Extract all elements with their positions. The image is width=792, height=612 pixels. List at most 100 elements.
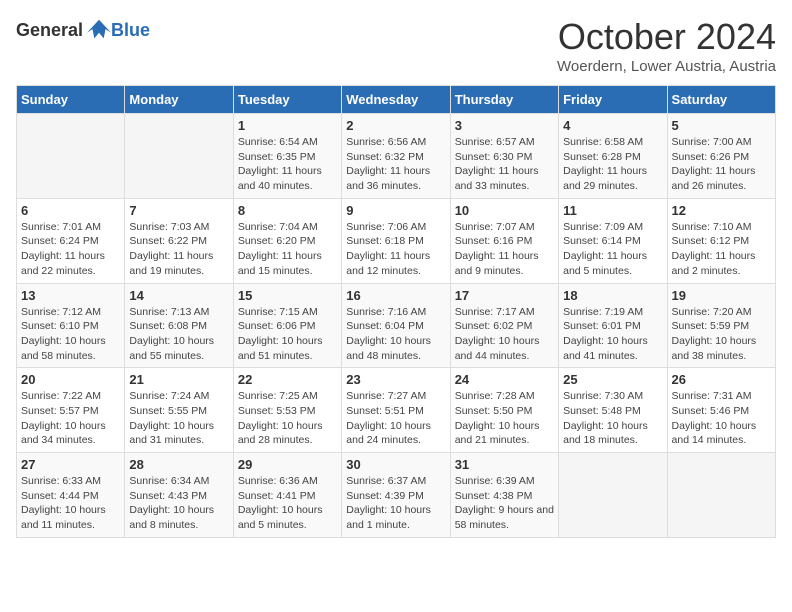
calendar-cell xyxy=(559,453,667,538)
calendar-cell: 16Sunrise: 7:16 AM Sunset: 6:04 PM Dayli… xyxy=(342,283,450,368)
day-info: Sunrise: 7:27 AM Sunset: 5:51 PM Dayligh… xyxy=(346,389,445,448)
calendar-cell: 30 Sunrise: 6:37 AM Sunset: 4:39 PM Dayli… xyxy=(342,453,450,538)
calendar-cell: 4 Sunrise: 6:58 AM Sunset: 6:28 PM Daylig… xyxy=(559,114,667,199)
day-number: 26 xyxy=(672,372,771,387)
day-number: 23 xyxy=(346,372,445,387)
day-info: Sunrise: 7:28 AM Sunset: 5:50 PM Dayligh… xyxy=(455,389,554,448)
calendar-cell: 21 Sunrise: 7:24 AM Sunset: 5:55 PM Dayli… xyxy=(125,368,233,453)
title-block: October 2024 Woerdern, Lower Austria, Au… xyxy=(557,16,776,75)
calendar-cell: 9 Sunrise: 7:06 AM Sunset: 6:18 PM Daylig… xyxy=(342,198,450,283)
day-header-tuesday: Tuesday xyxy=(233,86,341,114)
day-info: Sunrise: 6:36 AM Sunset: 4:41 PM Dayligh… xyxy=(238,474,337,533)
week-row-4: 20 Sunrise: 7:22 AM Sunset: 5:57 PM Dayli… xyxy=(17,368,776,453)
calendar-cell: 14Sunrise: 7:13 AM Sunset: 6:08 PM Dayli… xyxy=(125,283,233,368)
day-info: Sunrise: 7:12 AM Sunset: 6:10 PM Dayligh… xyxy=(21,305,120,364)
day-info: Sunrise: 6:54 AM Sunset: 6:35 PM Dayligh… xyxy=(238,135,337,194)
day-number: 29 xyxy=(238,457,337,472)
day-number: 10 xyxy=(455,203,554,218)
location-subtitle: Woerdern, Lower Austria, Austria xyxy=(557,58,776,75)
calendar-cell xyxy=(667,453,775,538)
day-info: Sunrise: 7:17 AM Sunset: 6:02 PM Dayligh… xyxy=(455,305,554,364)
calendar-cell: 15 Sunrise: 7:15 AM Sunset: 6:06 PM Dayli… xyxy=(233,283,341,368)
month-title: October 2024 xyxy=(557,16,776,58)
day-info: Sunrise: 7:19 AM Sunset: 6:01 PM Dayligh… xyxy=(563,305,662,364)
days-header-row: SundayMondayTuesdayWednesdayThursdayFrid… xyxy=(17,86,776,114)
calendar-cell: 20 Sunrise: 7:22 AM Sunset: 5:57 PM Dayli… xyxy=(17,368,125,453)
day-number: 15 xyxy=(238,288,337,303)
day-number: 12 xyxy=(672,203,771,218)
day-number: 4 xyxy=(563,118,662,133)
calendar-cell: 5 Sunrise: 7:00 AM Sunset: 6:26 PM Daylig… xyxy=(667,114,775,199)
calendar-cell: 1Sunrise: 6:54 AM Sunset: 6:35 PM Daylig… xyxy=(233,114,341,199)
week-row-1: 1Sunrise: 6:54 AM Sunset: 6:35 PM Daylig… xyxy=(17,114,776,199)
page-header: General Blue October 2024 Woerdern, Lowe… xyxy=(16,16,776,75)
day-number: 19 xyxy=(672,288,771,303)
calendar-cell: 24 Sunrise: 7:28 AM Sunset: 5:50 PM Dayli… xyxy=(450,368,558,453)
day-info: Sunrise: 6:56 AM Sunset: 6:32 PM Dayligh… xyxy=(346,135,445,194)
day-number: 27 xyxy=(21,457,120,472)
day-info: Sunrise: 6:37 AM Sunset: 4:39 PM Dayligh… xyxy=(346,474,445,533)
logo-blue-text: Blue xyxy=(111,20,150,40)
calendar-cell: 12 Sunrise: 7:10 AM Sunset: 6:12 PM Dayli… xyxy=(667,198,775,283)
day-number: 6 xyxy=(21,203,120,218)
day-info: Sunrise: 7:01 AM Sunset: 6:24 PM Dayligh… xyxy=(21,220,120,279)
calendar-cell: 31Sunrise: 6:39 AM Sunset: 4:38 PM Dayli… xyxy=(450,453,558,538)
day-info: Sunrise: 6:34 AM Sunset: 4:43 PM Dayligh… xyxy=(129,474,228,533)
week-row-5: 27Sunrise: 6:33 AM Sunset: 4:44 PM Dayli… xyxy=(17,453,776,538)
day-info: Sunrise: 7:16 AM Sunset: 6:04 PM Dayligh… xyxy=(346,305,445,364)
week-row-2: 6 Sunrise: 7:01 AM Sunset: 6:24 PM Daylig… xyxy=(17,198,776,283)
calendar-cell: 11Sunrise: 7:09 AM Sunset: 6:14 PM Dayli… xyxy=(559,198,667,283)
day-number: 21 xyxy=(129,372,228,387)
day-number: 3 xyxy=(455,118,554,133)
day-header-monday: Monday xyxy=(125,86,233,114)
day-info: Sunrise: 7:30 AM Sunset: 5:48 PM Dayligh… xyxy=(563,389,662,448)
logo-general-text: General xyxy=(16,20,83,41)
day-info: Sunrise: 6:57 AM Sunset: 6:30 PM Dayligh… xyxy=(455,135,554,194)
calendar-table: SundayMondayTuesdayWednesdayThursdayFrid… xyxy=(16,85,776,538)
day-info: Sunrise: 7:07 AM Sunset: 6:16 PM Dayligh… xyxy=(455,220,554,279)
day-info: Sunrise: 7:04 AM Sunset: 6:20 PM Dayligh… xyxy=(238,220,337,279)
calendar-cell: 23 Sunrise: 7:27 AM Sunset: 5:51 PM Dayli… xyxy=(342,368,450,453)
calendar-cell: 8Sunrise: 7:04 AM Sunset: 6:20 PM Daylig… xyxy=(233,198,341,283)
day-info: Sunrise: 7:13 AM Sunset: 6:08 PM Dayligh… xyxy=(129,305,228,364)
day-number: 24 xyxy=(455,372,554,387)
day-info: Sunrise: 7:10 AM Sunset: 6:12 PM Dayligh… xyxy=(672,220,771,279)
day-info: Sunrise: 7:15 AM Sunset: 6:06 PM Dayligh… xyxy=(238,305,337,364)
day-info: Sunrise: 7:24 AM Sunset: 5:55 PM Dayligh… xyxy=(129,389,228,448)
calendar-cell: 18 Sunrise: 7:19 AM Sunset: 6:01 PM Dayli… xyxy=(559,283,667,368)
calendar-cell: 28 Sunrise: 6:34 AM Sunset: 4:43 PM Dayli… xyxy=(125,453,233,538)
day-info: Sunrise: 7:25 AM Sunset: 5:53 PM Dayligh… xyxy=(238,389,337,448)
day-info: Sunrise: 6:58 AM Sunset: 6:28 PM Dayligh… xyxy=(563,135,662,194)
calendar-cell: 6 Sunrise: 7:01 AM Sunset: 6:24 PM Daylig… xyxy=(17,198,125,283)
day-info: Sunrise: 7:22 AM Sunset: 5:57 PM Dayligh… xyxy=(21,389,120,448)
calendar-cell: 10 Sunrise: 7:07 AM Sunset: 6:16 PM Dayli… xyxy=(450,198,558,283)
day-number: 20 xyxy=(21,372,120,387)
day-number: 30 xyxy=(346,457,445,472)
calendar-cell xyxy=(125,114,233,199)
calendar-cell: 25 Sunrise: 7:30 AM Sunset: 5:48 PM Dayli… xyxy=(559,368,667,453)
week-row-3: 13 Sunrise: 7:12 AM Sunset: 6:10 PM Dayli… xyxy=(17,283,776,368)
day-number: 17 xyxy=(455,288,554,303)
day-number: 25 xyxy=(563,372,662,387)
day-info: Sunrise: 7:20 AM Sunset: 5:59 PM Dayligh… xyxy=(672,305,771,364)
calendar-cell: 22 Sunrise: 7:25 AM Sunset: 5:53 PM Dayli… xyxy=(233,368,341,453)
day-number: 28 xyxy=(129,457,228,472)
day-info: Sunrise: 7:31 AM Sunset: 5:46 PM Dayligh… xyxy=(672,389,771,448)
day-info: Sunrise: 7:00 AM Sunset: 6:26 PM Dayligh… xyxy=(672,135,771,194)
day-info: Sunrise: 7:06 AM Sunset: 6:18 PM Dayligh… xyxy=(346,220,445,279)
day-number: 7 xyxy=(129,203,228,218)
calendar-cell xyxy=(17,114,125,199)
day-info: Sunrise: 7:09 AM Sunset: 6:14 PM Dayligh… xyxy=(563,220,662,279)
day-number: 22 xyxy=(238,372,337,387)
day-info: Sunrise: 6:39 AM Sunset: 4:38 PM Dayligh… xyxy=(455,474,554,533)
calendar-cell: 19 Sunrise: 7:20 AM Sunset: 5:59 PM Dayli… xyxy=(667,283,775,368)
calendar-cell: 26 Sunrise: 7:31 AM Sunset: 5:46 PM Dayli… xyxy=(667,368,775,453)
day-number: 13 xyxy=(21,288,120,303)
day-number: 18 xyxy=(563,288,662,303)
day-header-friday: Friday xyxy=(559,86,667,114)
calendar-cell: 27Sunrise: 6:33 AM Sunset: 4:44 PM Dayli… xyxy=(17,453,125,538)
day-number: 2 xyxy=(346,118,445,133)
calendar-cell: 13 Sunrise: 7:12 AM Sunset: 6:10 PM Dayli… xyxy=(17,283,125,368)
day-number: 9 xyxy=(346,203,445,218)
day-number: 5 xyxy=(672,118,771,133)
